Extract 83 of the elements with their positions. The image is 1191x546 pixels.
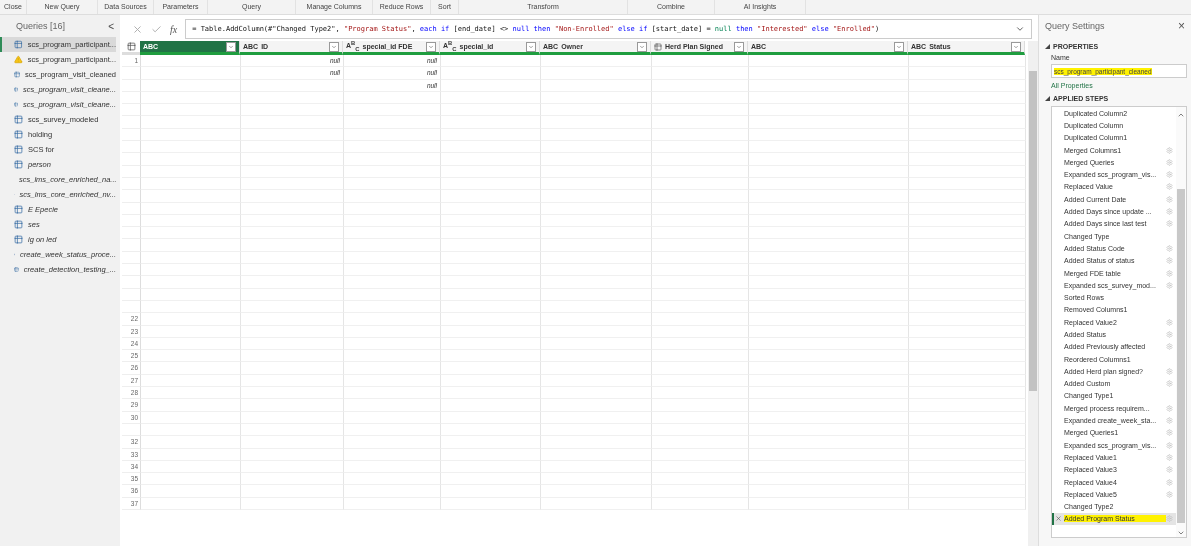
settings-icon[interactable] (1166, 478, 1173, 486)
table-icon (14, 265, 19, 274)
delete-step-icon[interactable] (1055, 515, 1062, 523)
settings-icon[interactable] (1166, 453, 1173, 461)
cancel-icon[interactable] (132, 23, 143, 35)
row-number (122, 128, 141, 142)
scroll-down-icon[interactable] (1177, 529, 1185, 537)
caret-icon[interactable] (736, 43, 742, 50)
scroll-up-icon[interactable] (1177, 111, 1185, 119)
table-icon (14, 130, 23, 139)
table-type-icon (654, 42, 662, 51)
table-icon (14, 115, 23, 124)
scrollbar[interactable] (1028, 41, 1038, 546)
row-number (122, 202, 141, 215)
table-icon (14, 70, 21, 79)
row-number (122, 251, 141, 265)
fx-button[interactable]: fx (170, 23, 178, 35)
row-number (122, 165, 141, 178)
settings-icon[interactable] (1166, 441, 1173, 449)
settings-icon[interactable] (1166, 429, 1173, 437)
queries-title: Queries [16] (16, 21, 66, 31)
row-number (122, 276, 141, 289)
row-number (122, 190, 141, 203)
settings-icon[interactable] (1166, 269, 1173, 277)
collapse-triangle-icon[interactable] (1045, 96, 1050, 101)
table-icon (14, 40, 23, 49)
settings-icon[interactable] (1166, 318, 1173, 326)
caret-icon[interactable] (228, 43, 234, 50)
row-number (122, 288, 141, 301)
settings-icon[interactable] (1166, 331, 1173, 338)
settings-icon[interactable] (1166, 146, 1173, 154)
row-number (122, 79, 141, 92)
caret-icon[interactable] (896, 43, 902, 50)
settings-icon[interactable] (1166, 343, 1173, 351)
row-number (122, 91, 141, 105)
settings-icon[interactable] (1166, 417, 1173, 425)
row-number (122, 264, 141, 277)
row-number (122, 227, 141, 240)
row-number (122, 177, 141, 191)
settings-icon[interactable] (1166, 158, 1173, 166)
settings-icon[interactable] (1166, 208, 1173, 215)
settings-icon[interactable] (1166, 490, 1173, 498)
commit-icon[interactable] (151, 23, 162, 35)
row-number (122, 300, 141, 314)
table-icon (14, 145, 23, 154)
settings-icon[interactable] (1166, 466, 1173, 474)
settings-icon[interactable] (1166, 244, 1173, 252)
caret-icon[interactable] (1013, 43, 1019, 50)
scrollbar[interactable] (1176, 107, 1186, 537)
table-icon (14, 85, 19, 94)
close-button[interactable]: × (1178, 19, 1185, 33)
settings-icon[interactable] (1166, 404, 1173, 412)
caret-icon[interactable] (428, 43, 434, 50)
row-number (122, 116, 141, 129)
row-number (122, 67, 141, 80)
expand-icon[interactable] (1015, 24, 1025, 34)
settings-icon[interactable] (1166, 380, 1173, 388)
settings-icon[interactable] (1166, 171, 1173, 179)
panel-title: Query Settings (1045, 21, 1105, 31)
row-number (122, 239, 141, 252)
table-icon (14, 100, 19, 109)
caret-icon[interactable] (639, 43, 645, 50)
table-icon (14, 205, 23, 214)
collapse-button[interactable]: < (108, 20, 114, 32)
caret-icon[interactable] (331, 43, 337, 50)
row-number (122, 141, 141, 154)
collapse-triangle-icon[interactable] (1045, 44, 1050, 49)
row-number (122, 214, 141, 228)
table-icon (14, 160, 23, 169)
settings-icon[interactable] (1166, 281, 1173, 289)
row-number (122, 153, 141, 166)
row-number (122, 104, 141, 117)
table-icon (14, 235, 23, 244)
settings-icon[interactable] (1166, 515, 1173, 523)
row-number (122, 423, 141, 437)
settings-icon[interactable] (1166, 183, 1173, 191)
settings-icon[interactable] (1166, 195, 1173, 203)
table-menu-icon[interactable] (126, 42, 136, 51)
table-icon (14, 220, 23, 229)
settings-icon[interactable] (1166, 367, 1173, 375)
settings-icon[interactable] (1166, 220, 1173, 228)
caret-icon[interactable] (528, 43, 534, 50)
settings-icon[interactable] (1166, 257, 1173, 265)
